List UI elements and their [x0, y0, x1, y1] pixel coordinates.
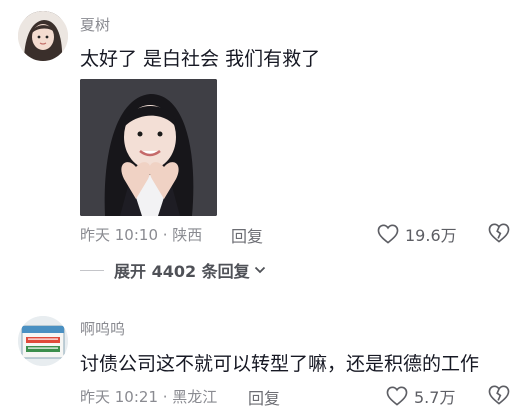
reply-button[interactable]: 回复: [231, 223, 263, 247]
comment-meta: 昨天 10:10 · 陕西: [80, 226, 203, 244]
heart-icon: [386, 386, 408, 406]
comment-image[interactable]: [80, 79, 217, 216]
expand-replies[interactable]: 展开 4402 条回复: [80, 258, 266, 282]
user-avatar[interactable]: [18, 316, 68, 366]
comment-meta: 昨天 10:21 · 黑龙江: [80, 388, 218, 406]
dislike-button[interactable]: [488, 385, 510, 409]
like-button[interactable]: 19.6万: [377, 222, 457, 246]
like-count: 5.7万: [414, 388, 456, 407]
photo-woman-heart-hands-icon: [80, 79, 217, 216]
avatar-sticker-icon: [18, 316, 68, 366]
user-avatar[interactable]: [18, 11, 68, 61]
comment-text: 太好了 是白社会 我们有救了: [80, 48, 321, 70]
broken-heart-icon: [488, 385, 510, 405]
comment-text: 讨债公司这不就可以转型了嘛，还是积德的工作: [80, 353, 480, 375]
avatar-girl-icon: [18, 11, 68, 61]
like-button[interactable]: 5.7万: [386, 384, 455, 408]
like-count: 19.6万: [405, 226, 457, 245]
divider-line: [80, 269, 104, 271]
dislike-button[interactable]: [488, 223, 510, 247]
expand-replies-label[interactable]: 展开 4402 条回复: [114, 258, 250, 282]
chevron-down-icon: [254, 266, 265, 274]
comment-username[interactable]: 啊呜呜: [80, 318, 125, 339]
reply-button[interactable]: 回复: [248, 385, 280, 409]
broken-heart-icon: [488, 223, 510, 243]
heart-icon: [377, 224, 399, 244]
comment-username[interactable]: 夏树: [80, 14, 110, 35]
